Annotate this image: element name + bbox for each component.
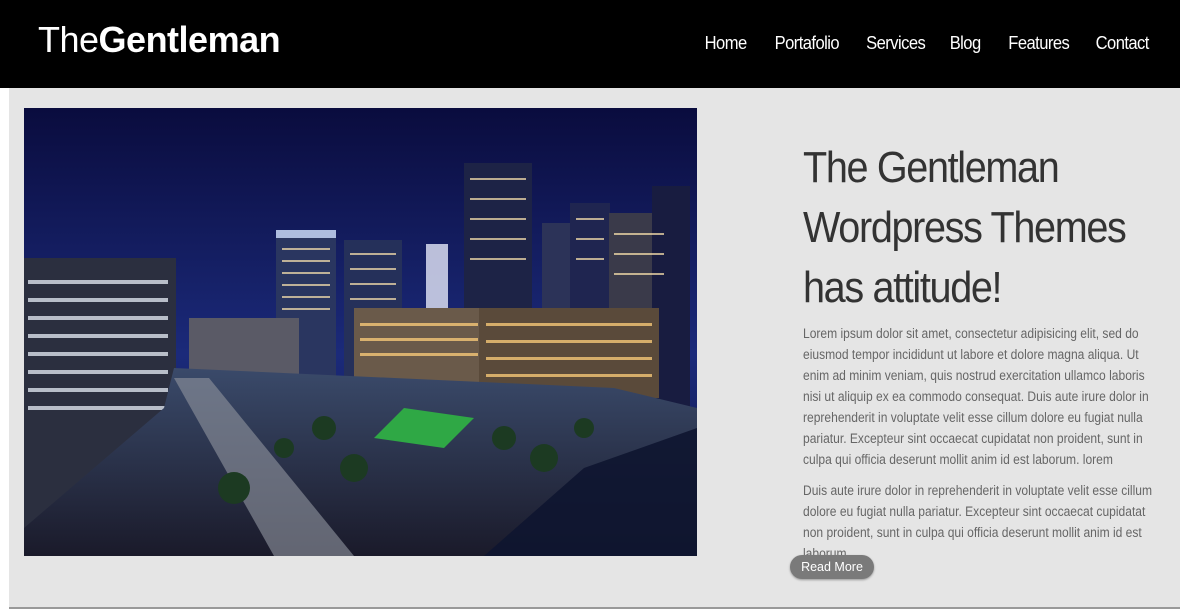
main-nav: Home Portafolio Services Blog Features C… (679, 30, 1150, 56)
site-header: TheGentleman Home Portafolio Services Bl… (0, 0, 1180, 88)
hero-image (24, 108, 697, 556)
section-divider (9, 607, 1180, 609)
hero-headline: The Gentleman Wordpress Themes has attit… (803, 138, 1163, 318)
nav-services[interactable]: Services (866, 30, 926, 56)
hero-paragraph-1: Lorem ipsum dolor sit amet, consectetur … (803, 326, 1149, 467)
nav-portafolio[interactable]: Portafolio (775, 30, 840, 56)
nav-home[interactable]: Home (705, 30, 748, 56)
logo-bold-text: Gentleman (98, 19, 281, 60)
nav-features[interactable]: Features (1008, 30, 1069, 56)
city-night-photo-icon (24, 108, 697, 556)
hero-paragraph-2: Duis aute irure dolor in reprehenderit i… (803, 483, 1153, 561)
headline-line-2: Wordpress Themes (803, 203, 1127, 252)
read-more-button[interactable]: Read More (790, 555, 874, 579)
headline-line-3: has attitude! (803, 263, 1003, 312)
nav-blog[interactable]: Blog (950, 30, 981, 56)
logo-light-text: The (38, 19, 99, 60)
nav-contact[interactable]: Contact (1096, 30, 1150, 56)
headline-line-1: The Gentleman (803, 143, 1060, 192)
site-logo[interactable]: TheGentleman (38, 18, 281, 62)
